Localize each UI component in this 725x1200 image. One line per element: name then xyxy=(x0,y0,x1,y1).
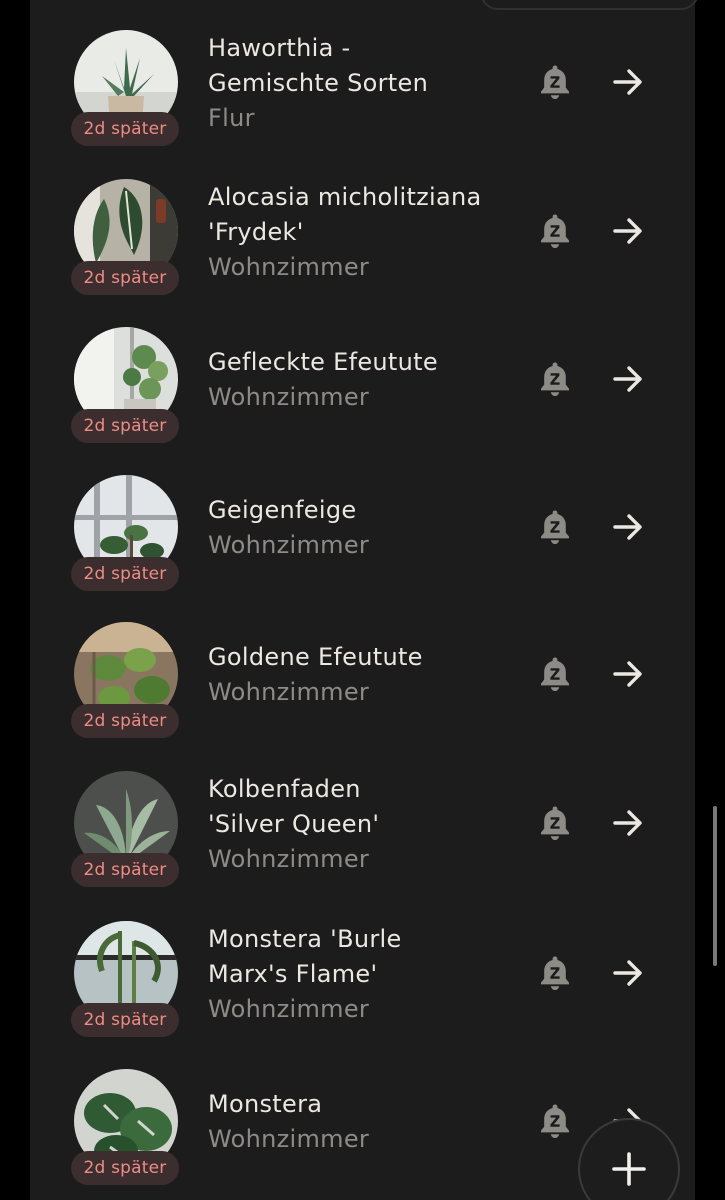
plant-list-item[interactable]: 2d später Monstera 'Burle Marx's Flame' Woh… xyxy=(0,891,725,1041)
snooze-bell-icon[interactable] xyxy=(538,63,572,101)
plant-name: 'Frydek' xyxy=(208,218,304,246)
plant-room: Wohnzimmer xyxy=(208,253,370,281)
plant-list-item[interactable]: 2d später Alocasia micholitziana 'Frydek' W… xyxy=(0,149,725,299)
plant-list-item[interactable]: 2d später Gefleckte Efeutute Wohnzimmer xyxy=(0,297,725,447)
plant-room: Wohnzimmer xyxy=(208,678,370,706)
arrow-right-icon[interactable] xyxy=(610,213,646,249)
arrow-right-icon[interactable] xyxy=(610,656,646,692)
plant-name: Monstera 'Burle xyxy=(208,925,402,953)
plant-room: Wohnzimmer xyxy=(208,1125,370,1153)
plant-name: Gemischte Sorten xyxy=(208,69,429,97)
plant-name: Alocasia micholitziana xyxy=(208,183,482,211)
due-badge: 2d später xyxy=(71,704,179,738)
plant-list: 2d später Haworthia - Gemischte Sorten Flur… xyxy=(0,0,725,1200)
snooze-bell-icon[interactable] xyxy=(538,212,572,250)
snooze-bell-icon[interactable] xyxy=(538,804,572,842)
arrow-right-icon[interactable] xyxy=(610,805,646,841)
due-badge: 2d später xyxy=(71,1003,179,1037)
plant-name: Kolbenfaden xyxy=(208,775,361,803)
plant-room: Wohnzimmer xyxy=(208,383,370,411)
due-badge: 2d später xyxy=(71,261,179,295)
snooze-bell-icon[interactable] xyxy=(538,360,572,398)
snooze-bell-icon[interactable] xyxy=(538,1102,572,1140)
arrow-right-icon[interactable] xyxy=(610,64,646,100)
scrollbar[interactable] xyxy=(713,806,717,966)
plant-list-item[interactable]: 2d später Goldene Efeutute Wohnzimmer xyxy=(0,592,725,742)
due-badge: 2d später xyxy=(71,557,179,591)
plant-name: Monstera xyxy=(208,1090,323,1118)
plant-name: Geigenfeige xyxy=(208,496,357,524)
plant-list-item[interactable]: 2d später Geigenfeige Wohnzimmer xyxy=(0,445,725,595)
arrow-right-icon[interactable] xyxy=(610,509,646,545)
arrow-right-icon[interactable] xyxy=(610,361,646,397)
plant-name: Gefleckte Efeutute xyxy=(208,348,438,376)
plus-icon xyxy=(612,1152,646,1186)
snooze-bell-icon[interactable] xyxy=(538,508,572,546)
due-badge: 2d später xyxy=(71,409,179,443)
plant-list-item[interactable]: 2d später Kolbenfaden 'Silver Queen' Wohnzi… xyxy=(0,741,725,891)
plant-name: Marx's Flame' xyxy=(208,960,378,988)
plant-room: Wohnzimmer xyxy=(208,531,370,559)
plant-name: Haworthia - xyxy=(208,34,351,62)
plant-list-item[interactable]: 2d später Haworthia - Gemischte Sorten Flur xyxy=(0,0,725,150)
plant-room: Flur xyxy=(208,104,255,132)
snooze-bell-icon[interactable] xyxy=(538,954,572,992)
plant-room: Wohnzimmer xyxy=(208,995,370,1023)
plant-room: Wohnzimmer xyxy=(208,845,370,873)
plant-list-screen: 2d später Haworthia - Gemischte Sorten Flur… xyxy=(0,0,725,1200)
snooze-bell-icon[interactable] xyxy=(538,655,572,693)
arrow-right-icon[interactable] xyxy=(610,955,646,991)
due-badge: 2d später xyxy=(71,1151,179,1185)
due-badge: 2d später xyxy=(71,853,179,887)
due-badge: 2d später xyxy=(71,112,179,146)
plant-name: 'Silver Queen' xyxy=(208,810,380,838)
plant-name: Goldene Efeutute xyxy=(208,643,423,671)
